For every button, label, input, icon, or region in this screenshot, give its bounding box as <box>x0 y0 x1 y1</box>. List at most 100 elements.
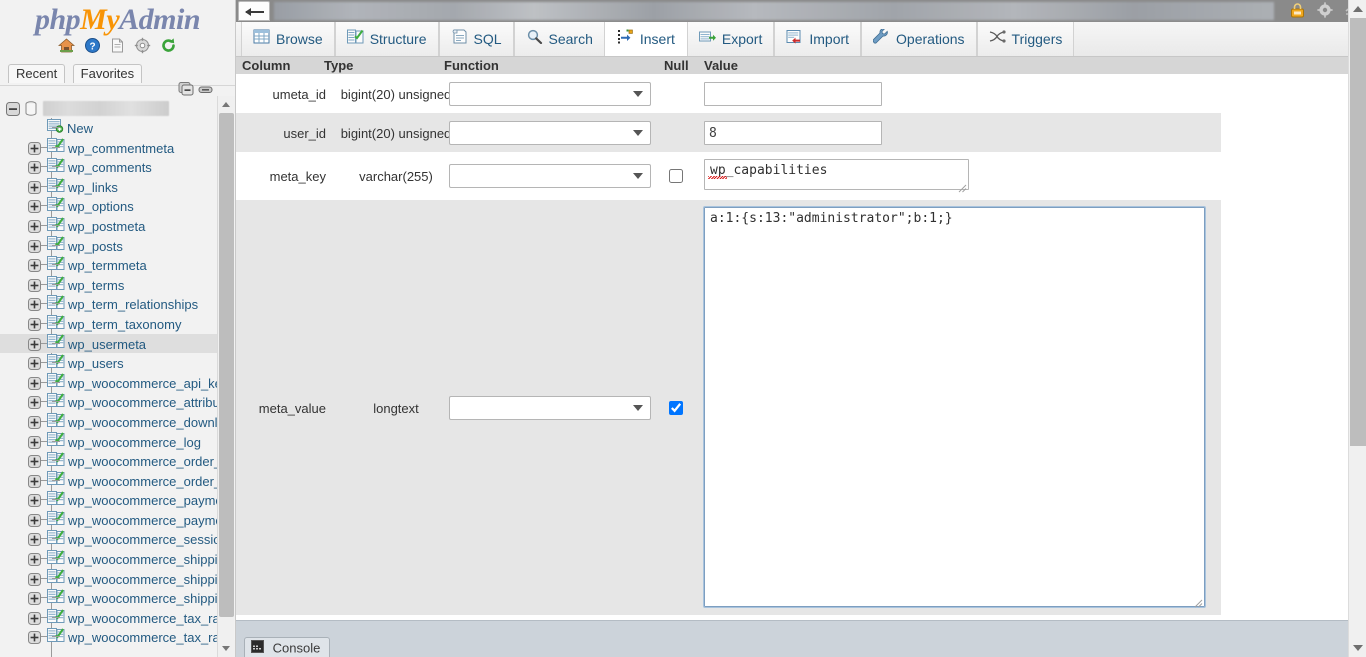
tree-item-wp_comments[interactable]: wp_comments <box>0 157 218 177</box>
tree-item-wp_woocommerce_attribut[interactable]: wp_woocommerce_attribut <box>0 392 218 412</box>
tree-item-wp_woocommerce_payme[interactable]: wp_woocommerce_payme <box>0 510 218 530</box>
expand-plus-icon[interactable] <box>28 532 41 545</box>
tree-item-wp_options[interactable]: wp_options <box>0 196 218 216</box>
tree-item-wp_woocommerce_downlo[interactable]: wp_woocommerce_downlo <box>0 412 218 432</box>
value-textarea-meta_key[interactable]: wp_capabilities <box>704 159 969 190</box>
sidebar-scroll-down-button[interactable] <box>218 640 235 657</box>
tree-item-wp_woocommerce_log[interactable]: wp_woocommerce_log <box>0 432 218 452</box>
expand-plus-icon[interactable] <box>28 454 41 467</box>
tab-structure[interactable]: Structure <box>335 22 439 56</box>
sidebar-scrollbar-thumb[interactable] <box>219 113 234 617</box>
tree-item-wp_commentmeta[interactable]: wp_commentmeta <box>0 138 218 158</box>
sidebar-scrollbar[interactable] <box>217 96 234 657</box>
settings-gear-icon[interactable] <box>134 37 151 61</box>
expand-plus-icon[interactable] <box>28 493 41 506</box>
back-button[interactable] <box>238 1 270 21</box>
tree-item-wp_woocommerce_order_[interactable]: wp_woocommerce_order_ <box>0 471 218 491</box>
tab-import[interactable]: Import <box>774 22 861 56</box>
tab-recent[interactable]: Recent <box>8 64 65 83</box>
tab-label: Export <box>722 31 762 47</box>
expand-plus-icon[interactable] <box>28 297 41 310</box>
expand-plus-icon[interactable] <box>28 160 41 173</box>
expand-plus-icon[interactable] <box>28 435 41 448</box>
tab-operations[interactable]: Operations <box>861 22 976 56</box>
tree-item-new[interactable]: New <box>0 118 218 138</box>
expand-plus-icon[interactable] <box>28 611 41 624</box>
expand-plus-icon[interactable] <box>28 219 41 232</box>
resize-handle[interactable] <box>958 180 967 198</box>
tab-export[interactable]: Export <box>687 22 774 56</box>
docs-icon[interactable] <box>109 37 126 61</box>
tree-item-wp_posts[interactable]: wp_posts <box>0 236 218 256</box>
tree-item-wp_woocommerce_order_[interactable]: wp_woocommerce_order_ <box>0 451 218 471</box>
tree-item-wp_postmeta[interactable]: wp_postmeta <box>0 216 218 236</box>
function-select-umeta_id[interactable] <box>449 82 651 106</box>
tree-item-wp_usermeta[interactable]: wp_usermeta <box>0 334 218 354</box>
value-textarea-meta_value[interactable]: a:1:{s:13:"administrator";b:1;} <box>704 207 1205 607</box>
sidebar-scroll-up-button[interactable] <box>218 96 235 113</box>
tree-item-wp_woocommerce_api_ke[interactable]: wp_woocommerce_api_ke <box>0 373 218 393</box>
tab-insert[interactable]: Insert <box>605 22 687 56</box>
null-checkbox-meta_value[interactable] <box>669 401 683 415</box>
database-node[interactable] <box>6 100 217 120</box>
page-scrollbar[interactable] <box>1348 0 1366 657</box>
expand-plus-icon[interactable] <box>28 513 41 526</box>
tab-favorites[interactable]: Favorites <box>73 64 142 83</box>
tree-item-wp_term_taxonomy[interactable]: wp_term_taxonomy <box>0 314 218 334</box>
phpmyadmin-logo[interactable]: phpMyAdmin <box>0 0 235 36</box>
expand-plus-icon[interactable] <box>28 278 41 291</box>
address-bar-redacted[interactable] <box>274 2 1274 20</box>
tab-browse[interactable]: Browse <box>241 22 335 56</box>
db-collapse-icon[interactable] <box>6 100 24 117</box>
tree-item-wp_woocommerce_tax_rat[interactable]: wp_woocommerce_tax_rat <box>0 627 218 647</box>
null-checkbox-meta_key[interactable] <box>669 169 683 183</box>
link-tables-icon[interactable] <box>198 84 213 101</box>
expand-plus-icon[interactable] <box>28 141 41 154</box>
expand-plus-icon[interactable] <box>28 591 41 604</box>
console-toggle[interactable]: Console <box>244 637 330 657</box>
expand-plus-icon[interactable] <box>28 199 41 212</box>
function-select-meta_key[interactable] <box>449 164 651 188</box>
expand-plus-icon[interactable] <box>28 572 41 585</box>
tab-triggers[interactable]: Triggers <box>977 22 1075 56</box>
tree-item-wp_woocommerce_shippir[interactable]: wp_woocommerce_shippir <box>0 549 218 569</box>
lock-ssl-icon[interactable] <box>1290 3 1305 23</box>
function-select-user_id[interactable] <box>449 121 651 145</box>
expand-plus-icon[interactable] <box>28 474 41 487</box>
expand-plus-icon[interactable] <box>28 415 41 428</box>
expand-plus-icon[interactable] <box>28 552 41 565</box>
tree-item-wp_term_relationships[interactable]: wp_term_relationships <box>0 294 218 314</box>
home-icon[interactable] <box>58 37 75 61</box>
expand-plus-icon[interactable] <box>28 630 41 643</box>
expand-plus-icon[interactable] <box>28 258 41 271</box>
tree-item-wp_woocommerce_payme[interactable]: wp_woocommerce_payme <box>0 490 218 510</box>
tree-item-wp_termmeta[interactable]: wp_termmeta <box>0 255 218 275</box>
tree-item-wp_terms[interactable]: wp_terms <box>0 275 218 295</box>
value-input-umeta_id[interactable] <box>704 82 882 106</box>
expand-plus-icon[interactable] <box>28 239 41 252</box>
page-scroll-up-button[interactable] <box>1349 0 1366 18</box>
gear-icon[interactable] <box>1317 2 1333 23</box>
page-scroll-down-button[interactable] <box>1349 639 1366 657</box>
page-scrollbar-thumb[interactable] <box>1350 18 1366 446</box>
tree-item-wp_woocommerce_sessio[interactable]: wp_woocommerce_sessio <box>0 529 218 549</box>
refresh-icon[interactable] <box>160 37 177 61</box>
expand-plus-icon[interactable] <box>28 317 41 330</box>
expand-plus-icon[interactable] <box>28 395 41 408</box>
resize-handle[interactable] <box>1194 595 1203 613</box>
tab-sql[interactable]: SQL <box>439 22 514 56</box>
value-input-user_id[interactable] <box>704 121 882 145</box>
tree-item-wp_links[interactable]: wp_links <box>0 177 218 197</box>
tab-search[interactable]: Search <box>514 22 605 56</box>
tree-item-wp_users[interactable]: wp_users <box>0 353 218 373</box>
help-icon[interactable]: ? <box>84 37 101 61</box>
expand-plus-icon[interactable] <box>28 337 41 350</box>
tree-item-wp_woocommerce_shippir[interactable]: wp_woocommerce_shippir <box>0 569 218 589</box>
tree-item-wp_woocommerce_shippir[interactable]: wp_woocommerce_shippir <box>0 588 218 608</box>
expand-plus-icon[interactable] <box>28 356 41 369</box>
expand-plus-icon[interactable] <box>28 180 41 193</box>
tree-item-wp_woocommerce_tax_rat[interactable]: wp_woocommerce_tax_rat <box>0 608 218 628</box>
collapse-all-icon[interactable] <box>177 84 198 101</box>
function-select-meta_value[interactable] <box>449 396 651 420</box>
expand-plus-icon[interactable] <box>28 376 41 389</box>
